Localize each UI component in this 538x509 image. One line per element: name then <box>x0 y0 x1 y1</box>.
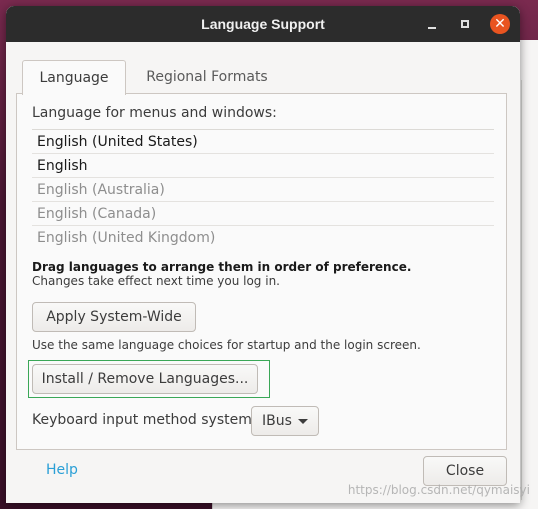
list-item[interactable]: English (United States) <box>32 129 494 153</box>
input-method-select[interactable]: IBus <box>251 406 319 436</box>
drag-hint: Drag languages to arrange them in order … <box>32 260 412 274</box>
apply-system-wide-button[interactable]: Apply System-Wide <box>32 302 196 332</box>
maximize-icon[interactable] <box>457 16 473 32</box>
help-link[interactable]: Help <box>46 462 78 478</box>
panel-divider <box>521 80 522 500</box>
close-button[interactable]: Close <box>423 456 507 486</box>
install-remove-languages-button[interactable]: Install / Remove Languages... <box>32 364 258 394</box>
list-item[interactable]: English (Canada) <box>32 201 494 225</box>
language-list-label: Language for menus and windows: <box>32 105 277 121</box>
close-window-button[interactable]: ✕ <box>490 14 510 34</box>
minimize-icon[interactable] <box>424 16 440 32</box>
input-method-value: IBus <box>262 413 292 429</box>
window-title: Language Support <box>201 16 325 32</box>
watermark: https://blog.csdn.net/qymaisyi <box>347 483 530 497</box>
tab-regional-formats[interactable]: Regional Formats <box>136 60 278 94</box>
language-support-dialog: Language Support ✕ Language Regional For… <box>6 6 520 503</box>
tab-language[interactable]: Language <box>22 60 126 95</box>
list-item[interactable]: English <box>32 153 494 177</box>
titlebar: Language Support ✕ <box>6 6 520 42</box>
language-list: English (United States) English English … <box>32 129 494 249</box>
list-item[interactable]: English (United Kingdom) <box>32 225 494 249</box>
keyboard-input-label: Keyboard input method system: <box>32 412 257 428</box>
list-item[interactable]: English (Australia) <box>32 177 494 201</box>
close-icon: ✕ <box>494 16 506 32</box>
changes-hint: Changes take effect next time you log in… <box>32 274 280 288</box>
apply-note: Use the same language choices for startu… <box>32 338 421 352</box>
chevron-down-icon <box>298 419 308 424</box>
